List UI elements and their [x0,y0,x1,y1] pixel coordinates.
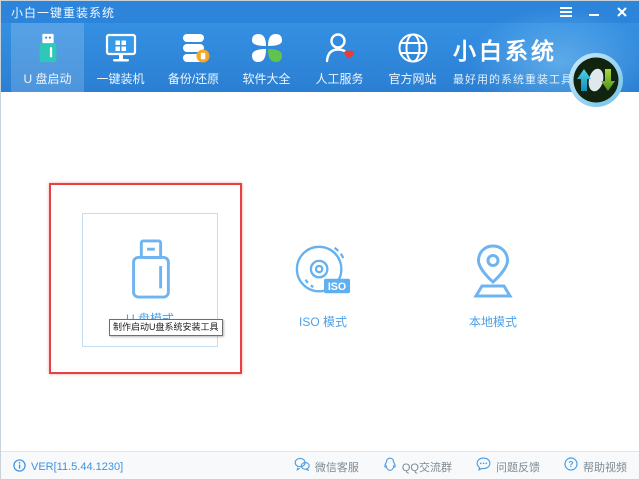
support-person-icon [323,31,357,65]
iso-badge-text: ISO [328,281,346,293]
brand-name: 小白系统 [453,32,573,66]
svg-text:?: ? [568,459,573,469]
usb-flash-outline-icon [121,238,179,305]
menu-icon[interactable] [557,4,575,20]
usb-mode-tooltip: 制作启动U盘系统安装工具 [109,319,223,336]
window-controls [557,4,631,20]
feedback-bubble-icon [476,457,491,476]
brand-slogan: 最好用的系统重装工具 [453,71,573,87]
nav-items: U 盘启动 一键装机 [11,23,449,92]
wechat-icon [294,457,310,476]
help-circle-icon: ? [564,457,578,476]
nav-label: U 盘启动 [23,70,71,87]
footer-bar: VER[11.5.44.1230] 微信客服 [1,451,639,480]
footer-link-wechat[interactable]: 微信客服 [294,457,359,476]
footer-link-label: 帮助视频 [583,459,627,475]
monitor-install-icon [104,31,138,65]
recycle-arrows-logo-icon [567,51,625,109]
brand-block: 小白系统 最好用的系统重装工具 [453,32,573,87]
title-bar: 小白一键重装系统 [1,1,639,23]
app-window: 小白一键重装系统 [0,0,640,480]
footer-link-label: QQ交流群 [402,459,452,475]
nav-label: 软件大全 [242,70,290,87]
usb-drive-icon [31,31,65,65]
mode-local[interactable]: 本地模式 [443,242,543,330]
close-icon[interactable] [613,4,631,20]
nav-label: 官方网站 [388,70,436,87]
nav-item-software-collection[interactable]: 软件大全 [230,23,303,92]
nav-label: 人工服务 [315,70,363,87]
mode-label: 本地模式 [469,313,517,330]
footer-links: 微信客服 QQ交流群 问题反馈 [294,457,627,477]
footer-link-feedback[interactable]: 问题反馈 [476,457,540,476]
nav-item-usb-boot[interactable]: U 盘启动 [11,23,84,92]
mode-iso[interactable]: ISO ISO 模式 [273,242,373,330]
software-clover-icon [250,31,284,65]
website-globe-icon [396,31,430,65]
info-icon [13,459,26,475]
version-info[interactable]: VER[11.5.44.1230] [13,459,123,475]
backup-database-icon [177,31,211,65]
qq-icon [383,457,397,477]
nav-item-backup-restore[interactable]: 备份/还原 [157,23,230,92]
mode-label: ISO 模式 [299,313,347,330]
nav-label: 备份/还原 [168,70,219,87]
nav-item-official-website[interactable]: 官方网站 [376,23,449,92]
iso-disc-icon: ISO [293,242,353,305]
nav-item-one-click-install[interactable]: 一键装机 [84,23,157,92]
minimize-icon[interactable] [585,4,603,20]
footer-link-label: 微信客服 [315,459,359,475]
footer-link-qq[interactable]: QQ交流群 [383,457,452,477]
nav-label: 一键装机 [96,70,144,87]
version-text: VER[11.5.44.1230] [31,461,123,473]
nav-bar: U 盘启动 一键装机 [1,23,639,92]
main-content: U 盘模式 制作启动U盘系统安装工具 ISO IS [1,92,639,451]
location-pin-icon [463,242,523,305]
nav-item-manual-service[interactable]: 人工服务 [303,23,376,92]
footer-link-help[interactable]: ? 帮助视频 [564,457,627,476]
footer-link-label: 问题反馈 [496,459,540,475]
window-title: 小白一键重装系统 [11,4,115,21]
